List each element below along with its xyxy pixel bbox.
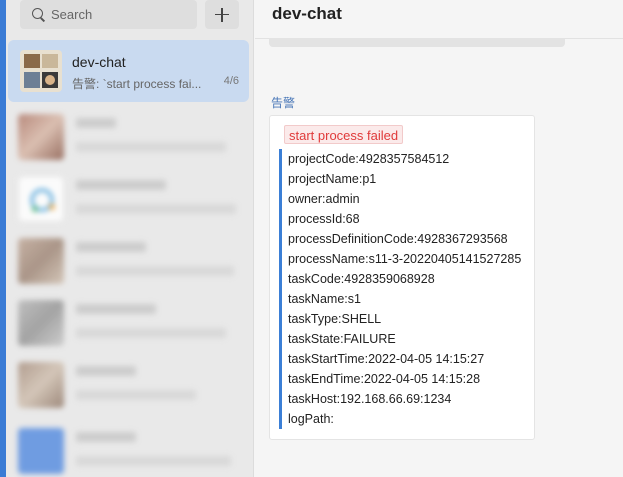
list-item[interactable] (18, 424, 240, 477)
alert-tag: start process failed (284, 125, 404, 144)
avatar (20, 50, 62, 92)
chat-preview: 告警: `start process fai... (72, 77, 202, 91)
chat-name: dev-chat (72, 54, 126, 70)
previous-message-bubble (269, 38, 565, 47)
detail-line: taskCode:4928359068928 (288, 272, 435, 286)
list-item[interactable] (18, 296, 240, 352)
detail-line: projectCode:4928357584512 (288, 152, 450, 166)
list-item[interactable] (18, 234, 240, 290)
plus-icon (215, 7, 229, 22)
detail-line: processDefinitionCode:4928367293568 (288, 232, 508, 246)
list-item[interactable] (18, 172, 240, 228)
conversation-sidebar: Search dev-chat 告警: `start process fai..… (6, 0, 254, 477)
detail-line: taskState:FAILURE (288, 332, 396, 346)
chat-main-panel: dev-chat 告警 start process failed project… (255, 0, 623, 477)
detail-line: processName:s11-3-20220405141527285 (288, 252, 522, 266)
detail-line: taskType:SHELL (288, 312, 382, 326)
detail-line: logPath: (288, 412, 334, 426)
message-sender[interactable]: 告警 (271, 94, 295, 111)
detail-line: projectName:p1 (288, 172, 377, 186)
page-title: dev-chat (272, 4, 342, 23)
add-chat-button[interactable] (205, 0, 239, 29)
chat-count: 4/6 (223, 75, 239, 87)
search-placeholder: Search (51, 7, 93, 22)
search-icon (32, 8, 45, 21)
alert-details: projectCode:4928357584512 projectName:p1… (279, 149, 529, 429)
list-item[interactable] (18, 358, 240, 414)
alert-message-card[interactable]: start process failed projectCode:4928357… (269, 115, 535, 440)
search-input[interactable]: Search (20, 0, 197, 29)
detail-line: processId:68 (288, 212, 360, 226)
detail-line: owner:admin (288, 192, 360, 206)
chat-item-dev-chat[interactable]: dev-chat 告警: `start process fai... 4/6 (8, 40, 249, 102)
detail-line: taskName:s1 (288, 292, 361, 306)
list-item[interactable] (18, 110, 240, 166)
detail-line: taskStartTime:2022-04-05 14:15:27 (288, 352, 485, 366)
detail-line: taskEndTime:2022-04-05 14:15:28 (288, 372, 481, 386)
detail-line: taskHost:192.168.66.69:1234 (288, 392, 452, 406)
